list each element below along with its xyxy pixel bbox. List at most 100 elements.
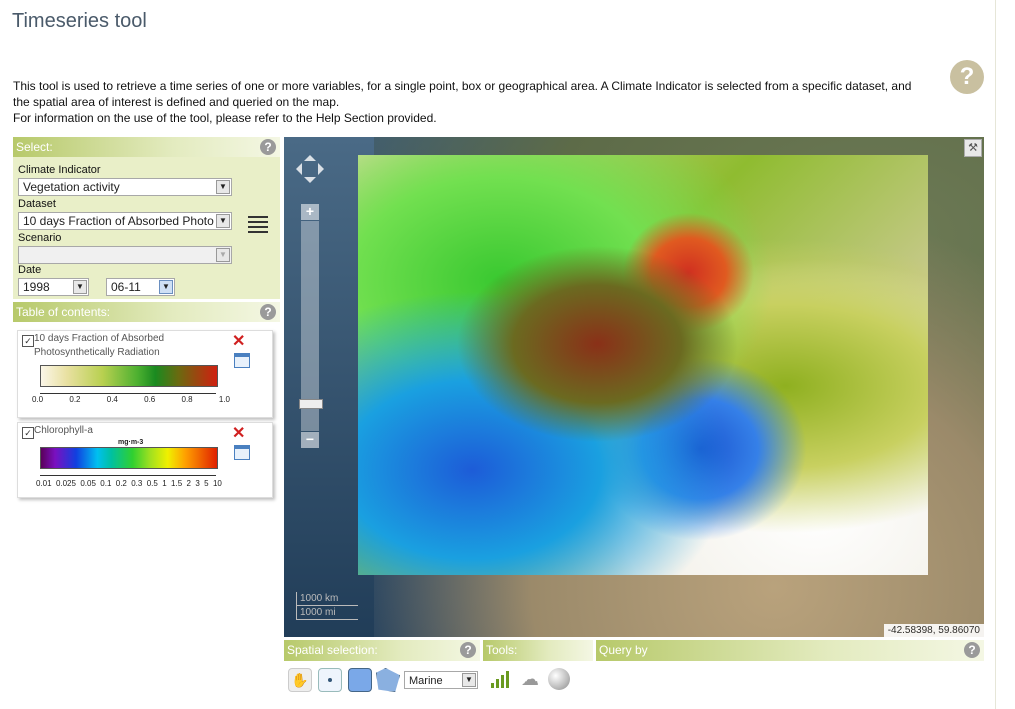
globe-icon[interactable] [548, 668, 570, 690]
zoom-in-button[interactable]: + [301, 204, 319, 220]
intro-text: This tool is used to retrieve a time ser… [13, 78, 943, 126]
chart-icon[interactable] [489, 668, 511, 690]
remove-layer-icon[interactable]: ✕ [232, 423, 245, 443]
chevron-down-icon: ▼ [462, 673, 476, 687]
legend-colorbar [40, 365, 218, 387]
pan-hand-icon[interactable]: ✋ [288, 668, 312, 692]
tick-label: 0.0 [32, 395, 44, 404]
chevron-down-icon: ▼ [216, 248, 230, 262]
select-header-label: Select: [16, 140, 53, 154]
pan-control[interactable] [292, 151, 328, 187]
toc-list: ✓ 10 days Fraction of Absorbed Photosynt… [13, 322, 280, 510]
legend-tick-labels: 0.01 0.025 0.05 0.1 0.2 0.3 0.5 1 1.5 2 … [36, 479, 222, 488]
chevron-down-icon: ▼ [159, 280, 173, 294]
year-value: 1998 [23, 280, 50, 294]
intro-line: the spatial area of interest is defined … [13, 95, 340, 109]
climate-indicator-label: Climate Indicator [18, 164, 101, 176]
layer-name: 10 days Fraction of Absorbed [34, 333, 165, 344]
point-select-icon[interactable] [318, 668, 342, 692]
legend-colorbar [40, 447, 218, 469]
tick-label: 0.01 [36, 479, 52, 488]
scenario-label: Scenario [18, 232, 62, 244]
layer-name: Chlorophyll-a [34, 425, 93, 436]
tick-label: 5 [204, 479, 209, 488]
tick-label: 1 [162, 479, 167, 488]
tick-label: 0.05 [80, 479, 96, 488]
tools-header: Tools: [483, 640, 593, 661]
layer-name-line2: Photosynthetically Radiation [34, 347, 160, 358]
tick-label: 3 [195, 479, 200, 488]
select-help-icon[interactable]: ? [260, 139, 276, 155]
select-panel-header: Select: ? [13, 137, 280, 157]
layer-item: ✓ 10 days Fraction of Absorbed Photosynt… [17, 330, 273, 418]
scale-km: 1000 km [296, 592, 358, 606]
tick-label: 0.6 [144, 395, 156, 404]
toc-header: Table of contents: ? [13, 302, 280, 322]
chevron-down-icon: ▼ [73, 280, 87, 294]
tools-header-label: Tools: [486, 643, 518, 657]
polygon-select-icon[interactable] [376, 668, 400, 692]
day-select[interactable]: 06-11 ▼ [106, 278, 175, 296]
tick-label: 1.5 [171, 479, 183, 488]
tick-label: 10 [212, 479, 222, 488]
intro-line: This tool is used to retrieve a time ser… [13, 79, 912, 93]
map-data-layer [358, 155, 928, 575]
pan-down-icon[interactable] [304, 177, 316, 189]
spatial-selection-header: Spatial selection: ? [284, 640, 480, 661]
coordinate-readout: -42.58398, 59.86070 [883, 624, 984, 637]
legend-tick-labels: 0.0 0.2 0.4 0.6 0.8 1.0 [32, 395, 230, 404]
scale-mi: 1000 mi [296, 606, 358, 620]
legend-unit: mg·m-3 [118, 439, 144, 446]
tick-label: 1.0 [218, 395, 230, 404]
pan-right-icon[interactable] [318, 163, 330, 175]
box-select-icon[interactable] [348, 668, 372, 692]
pan-left-icon[interactable] [290, 163, 302, 175]
day-value: 06-11 [111, 280, 141, 294]
select-panel: Climate Indicator Vegetation activity ▼ … [13, 157, 280, 299]
chevron-down-icon: ▼ [216, 214, 230, 228]
tick-label: 2 [186, 479, 191, 488]
scale-bar: 1000 km 1000 mi [296, 592, 358, 620]
legend-ticks [40, 387, 216, 394]
toc-header-label: Table of contents: [16, 305, 111, 319]
zoom-out-button[interactable]: − [301, 432, 319, 448]
region-select-value: Marine [409, 675, 443, 687]
calendar-icon[interactable] [234, 445, 250, 460]
calendar-icon[interactable] [234, 353, 250, 368]
pan-up-icon[interactable] [304, 149, 316, 161]
climate-indicator-select[interactable]: Vegetation activity ▼ [18, 178, 232, 196]
scenario-select[interactable]: ▼ [18, 246, 232, 264]
tick-label: 0.2 [115, 479, 127, 488]
wrench-icon[interactable]: ⚒ [964, 139, 982, 157]
tick-label: 0.4 [106, 395, 118, 404]
query-help-icon[interactable]: ? [964, 642, 980, 658]
tick-label: 0.025 [55, 479, 76, 488]
intro-line: For information on the use of the tool, … [13, 111, 437, 125]
page-title: Timeseries tool [12, 10, 147, 32]
chevron-down-icon: ▼ [216, 180, 230, 194]
dataset-select[interactable]: 10 days Fraction of Absorbed Photo ▼ [18, 212, 232, 230]
layer-item: ✓ Chlorophyll-a ✕ mg·m-3 0.01 0.025 0.05… [17, 422, 273, 498]
dataset-value: 10 days Fraction of Absorbed Photo [23, 214, 214, 228]
region-select[interactable]: Marine ▼ [404, 671, 478, 689]
map-viewport[interactable]: + − ⚒ 1000 km 1000 mi -42.58398, 59.8607… [284, 137, 984, 637]
spatial-header-label: Spatial selection: [287, 643, 378, 657]
tick-label: 0.3 [131, 479, 143, 488]
year-select[interactable]: 1998 ▼ [18, 278, 89, 296]
dataset-list-icon[interactable] [248, 216, 268, 234]
spatial-help-icon[interactable]: ? [460, 642, 476, 658]
cloud-icon[interactable]: ☁ [519, 668, 541, 690]
remove-layer-icon[interactable]: ✕ [232, 331, 245, 351]
page-frame: Timeseries tool This tool is used to ret… [0, 0, 996, 709]
date-label: Date [18, 264, 42, 276]
legend-ticks [40, 469, 216, 476]
tick-label: 0.1 [100, 479, 112, 488]
layer-checkbox[interactable]: ✓ [22, 335, 34, 347]
tick-label: 0.2 [69, 395, 81, 404]
toc-help-icon[interactable]: ? [260, 304, 276, 320]
climate-indicator-value: Vegetation activity [23, 180, 120, 194]
help-icon[interactable]: ? [950, 60, 984, 94]
zoom-slider-handle[interactable] [299, 399, 323, 409]
dataset-label: Dataset [18, 198, 56, 210]
layer-checkbox[interactable]: ✓ [22, 427, 34, 439]
